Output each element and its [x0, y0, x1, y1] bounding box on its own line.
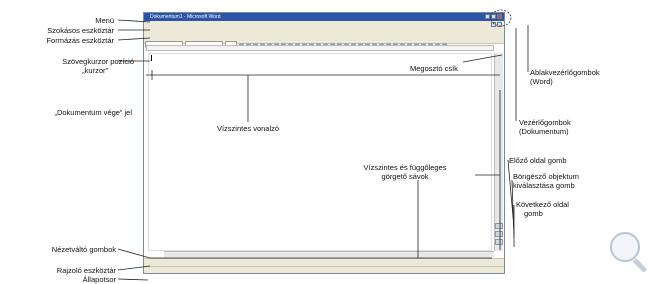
label-formatting-toolbar: Formázás eszköztár: [46, 36, 114, 45]
label-cursor: Szövegkurzor pozíció „kurzor”: [4, 57, 134, 75]
label-scrollbars: Vízszintes és függőleges görgető sávok: [350, 163, 460, 181]
label-cursor-line2: „kurzor”: [82, 66, 108, 75]
label-app-controls-line2: (Word): [530, 77, 553, 86]
label-separator: Megosztó csík: [410, 64, 458, 73]
label-horizontal-ruler: Vízszintes vonalzó: [216, 124, 280, 133]
label-next-page: Következő oldal gomb: [516, 200, 569, 218]
label-menu: Menü: [95, 16, 114, 25]
label-drawing-toolbar: Rajzoló eszköztár: [56, 266, 116, 275]
label-document-end: „Dokumentum vége” jel: [54, 108, 132, 117]
label-scrollbars-line1: Vízszintes és függőleges: [363, 163, 447, 172]
label-standard-toolbar: Szokásos eszköztár: [47, 26, 114, 35]
magnifier-icon[interactable]: [610, 232, 648, 273]
label-scrollbars-line2: görgető sávok: [381, 172, 429, 181]
label-next-page-line2: gomb: [524, 209, 543, 218]
label-doc-controls-line1: Vezérlőgombok: [519, 118, 571, 127]
label-app-controls-line1: Ablakvezérlőgombok: [530, 68, 600, 77]
label-browse-object: Böngésző objektum kiválasztása gomb: [513, 172, 579, 190]
label-view-buttons: Nézetváltó gombok: [51, 245, 116, 254]
label-doc-controls-line2: (Dokumentum): [519, 127, 569, 136]
label-status-bar: Állapotsor: [82, 275, 116, 284]
label-doc-controls: Vezérlőgombok (Dokumentum): [519, 118, 571, 136]
label-browse-object-line2: kiválasztása gomb: [513, 181, 575, 190]
label-cursor-line1: Szövegkurzor pozíció: [62, 57, 134, 66]
label-previous-page: Előző oldal gomb: [509, 156, 567, 165]
label-next-page-line1: Következő oldal: [516, 200, 569, 209]
label-app-controls: Ablakvezérlőgombok (Word): [530, 68, 600, 86]
label-browse-object-line1: Böngésző objektum: [513, 172, 579, 181]
